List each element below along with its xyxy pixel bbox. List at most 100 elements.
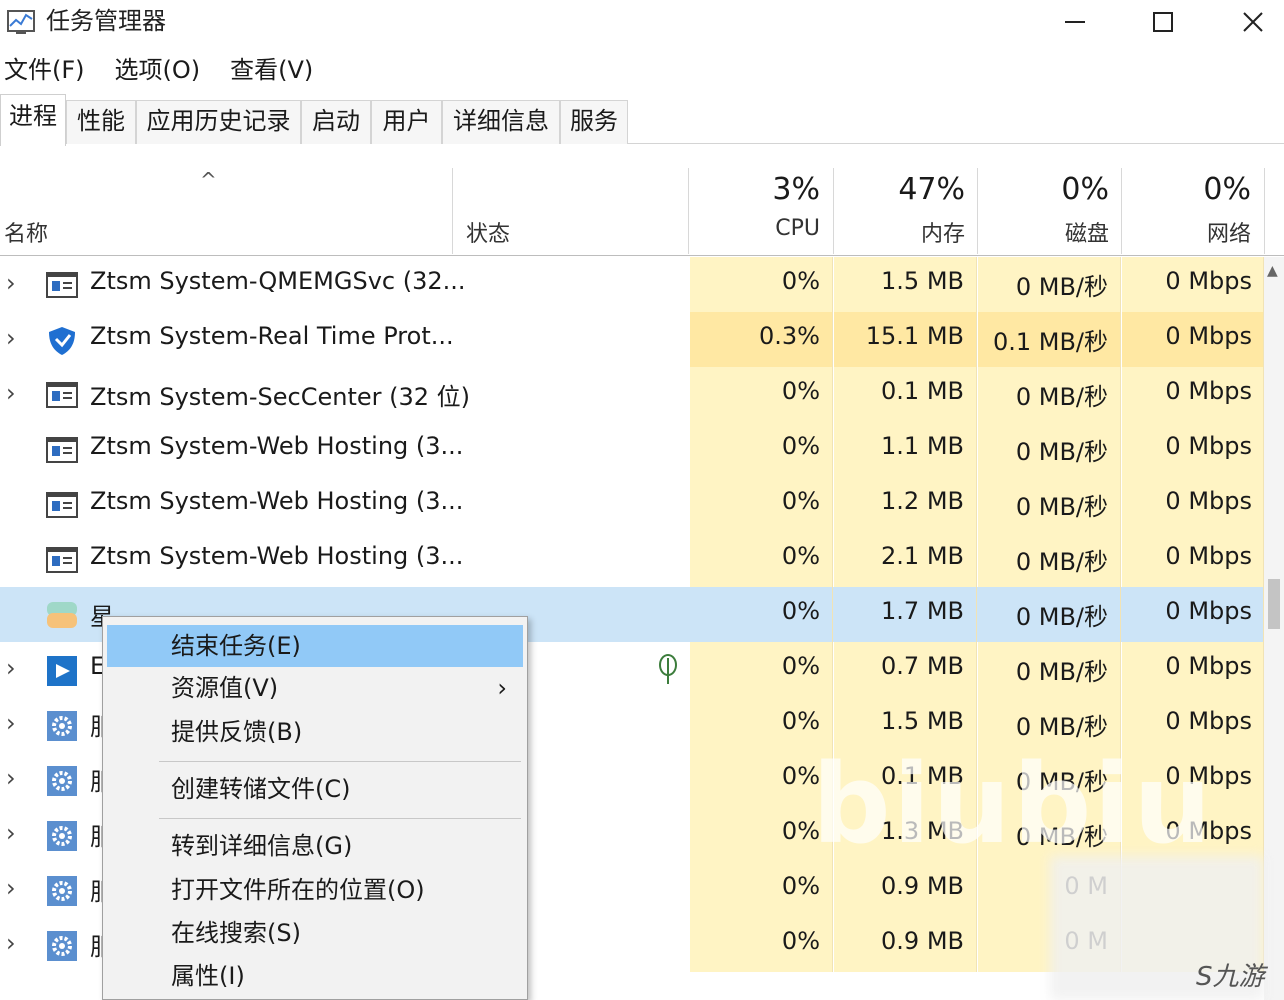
minimize-button[interactable] <box>1030 0 1120 44</box>
submenu-arrow-icon: › <box>497 674 507 702</box>
column-header-disk[interactable]: 磁盘 <box>979 216 1109 248</box>
ctx-resource-values-label: 资源值(V) <box>171 674 279 702</box>
ctx-properties-label: 属性(I) <box>171 962 245 990</box>
column-header-memory[interactable]: 内存 <box>835 216 965 248</box>
process-name: Ztsm System-Web Hosting (3... <box>90 432 464 460</box>
network-value: 0 Mbps <box>1165 542 1252 570</box>
menu-separator <box>159 818 521 819</box>
ctx-properties[interactable]: 属性(I) <box>107 955 523 997</box>
network-value: 0 Mbps <box>1165 432 1252 460</box>
ctx-search-online-label: 在线搜索(S) <box>171 919 301 947</box>
network-value: 0 Mbps <box>1165 487 1252 515</box>
gear-service-icon <box>46 875 78 906</box>
logo-s-icon: S <box>1196 962 1213 992</box>
gear-service-icon <box>46 710 78 741</box>
expand-chevron-icon[interactable]: › <box>6 819 16 847</box>
column-header-network[interactable]: 网络 <box>1123 216 1251 248</box>
network-value: 0 Mbps <box>1165 597 1252 625</box>
network-total-percent[interactable]: 0% <box>1123 172 1251 207</box>
expand-chevron-icon[interactable]: › <box>6 379 16 407</box>
ctx-search-online[interactable]: 在线搜索(S) <box>107 912 523 954</box>
expand-chevron-icon[interactable]: › <box>6 269 16 297</box>
tab-users[interactable]: 用户 <box>371 100 442 144</box>
process-row[interactable]: › Ztsm System-Real Time Prot... 0.3% 15.1 M… <box>0 312 1264 367</box>
ctx-create-dump-file[interactable]: 创建转储文件(C) <box>107 768 523 810</box>
ctx-provide-feedback[interactable]: 提供反馈(B) <box>107 711 523 753</box>
disk-total-percent[interactable]: 0% <box>979 172 1109 207</box>
task-manager-icon <box>7 10 35 34</box>
blue-app-icon <box>46 655 78 686</box>
ctx-go-to-details-label: 转到详细信息(G) <box>171 832 353 860</box>
ctx-end-task[interactable]: 结束任务(E) <box>107 625 523 667</box>
app-colorful-icon <box>46 600 78 630</box>
process-name: Ztsm System-Real Time Prot... <box>90 322 454 350</box>
tab-processes[interactable]: 进程 <box>0 94 66 146</box>
network-value: 0 Mbps <box>1165 652 1252 680</box>
ctx-open-file-location-label: 打开文件所在的位置(O) <box>171 876 425 904</box>
expand-chevron-icon[interactable]: › <box>6 764 16 792</box>
service-window-icon <box>46 435 78 465</box>
close-button[interactable] <box>1208 0 1284 44</box>
tab-services[interactable]: 服务 <box>560 100 628 144</box>
network-value: 0 Mbps <box>1165 267 1252 295</box>
process-row[interactable]: › Ztsm System-QMEMGSvc (32... 0% 1.5 MB 0 MB… <box>0 257 1264 312</box>
ctx-end-task-label: 结束任务(E) <box>171 632 301 660</box>
tab-performance[interactable]: 性能 <box>66 100 136 144</box>
gear-service-icon <box>46 820 78 851</box>
gear-service-icon <box>46 930 78 961</box>
menu-bar: 文件(F) 选项(O) 查看(V) <box>0 50 339 90</box>
maximize-icon <box>1153 12 1173 32</box>
scrollbar-thumb[interactable] <box>1268 579 1280 629</box>
column-divider[interactable] <box>1264 168 1265 254</box>
process-name: Ztsm System-SecCenter (32 位) <box>90 383 471 411</box>
ctx-open-file-location[interactable]: 打开文件所在的位置(O) <box>107 869 523 911</box>
service-window-icon <box>46 270 78 300</box>
process-row[interactable]: Ztsm System-Web Hosting (3... 0% 2.1 MB 0 M… <box>0 532 1264 587</box>
process-row[interactable]: › Ztsm System-SecCenter (32 位) 0% 0.1 MB 0 M… <box>0 367 1264 422</box>
tab-app-history[interactable]: 应用历史记录 <box>136 100 301 144</box>
column-header-status[interactable]: 状态 <box>466 216 510 248</box>
column-header-name[interactable]: 名称 <box>4 216 48 248</box>
shield-icon <box>46 325 78 355</box>
close-icon <box>1243 12 1263 32</box>
expand-chevron-icon[interactable]: › <box>6 874 16 902</box>
menu-options[interactable]: 选项(O) <box>115 50 201 90</box>
column-header-row: ^ 名称 状态 3% CPU 47% 内存 0% 磁盘 0% 网络 <box>0 168 1284 256</box>
gear-service-icon <box>46 765 78 796</box>
ctx-resource-values[interactable]: 资源值(V) › <box>107 667 523 709</box>
menu-view[interactable]: 查看(V) <box>230 50 313 90</box>
tab-bar: 进程 性能 应用历史记录 启动 用户 详细信息 服务 <box>0 94 1284 146</box>
memory-total-percent[interactable]: 47% <box>835 172 965 207</box>
scroll-up-arrow-icon[interactable]: ▲ <box>1267 263 1278 279</box>
ctx-go-to-details[interactable]: 转到详细信息(G) <box>107 825 523 867</box>
vertical-scrollbar[interactable]: ▲ <box>1264 257 1284 1000</box>
maximize-button[interactable] <box>1118 0 1208 44</box>
network-value: 0 Mbps <box>1165 377 1252 405</box>
expand-chevron-icon[interactable]: › <box>6 324 16 352</box>
process-name: Ztsm System-Web Hosting (3... <box>90 542 464 570</box>
context-menu: 结束任务(E) 资源值(V) › 提供反馈(B) 创建转储文件(C) 转到详细信息… <box>102 616 528 1000</box>
expand-chevron-icon[interactable]: › <box>6 654 16 682</box>
column-divider[interactable] <box>977 168 978 254</box>
process-row[interactable]: Ztsm System-Web Hosting (3... 0% 1.2 MB 0 M… <box>0 477 1264 532</box>
ctx-create-dump-file-label: 创建转储文件(C) <box>171 775 351 803</box>
tab-details[interactable]: 详细信息 <box>442 100 560 144</box>
column-divider[interactable] <box>1121 168 1122 254</box>
column-divider[interactable] <box>688 168 689 254</box>
sort-ascending-icon: ^ <box>200 168 217 192</box>
cpu-total-percent[interactable]: 3% <box>690 172 820 207</box>
column-header-cpu[interactable]: CPU <box>690 216 820 241</box>
tab-startup[interactable]: 启动 <box>301 100 371 144</box>
network-value: 0 Mbps <box>1165 322 1252 350</box>
service-window-icon <box>46 545 78 575</box>
window-title: 任务管理器 <box>46 7 166 35</box>
expand-chevron-icon[interactable]: › <box>6 929 16 957</box>
column-divider[interactable] <box>833 168 834 254</box>
title-bar: 任务管理器 <box>0 0 1284 44</box>
process-name: Ztsm System-Web Hosting (3... <box>90 487 464 515</box>
column-divider[interactable] <box>452 168 453 254</box>
menu-file[interactable]: 文件(F) <box>4 50 85 90</box>
service-window-icon <box>46 490 78 520</box>
process-row[interactable]: Ztsm System-Web Hosting (3... 0% 1.1 MB 0 M… <box>0 422 1264 477</box>
expand-chevron-icon[interactable]: › <box>6 709 16 737</box>
